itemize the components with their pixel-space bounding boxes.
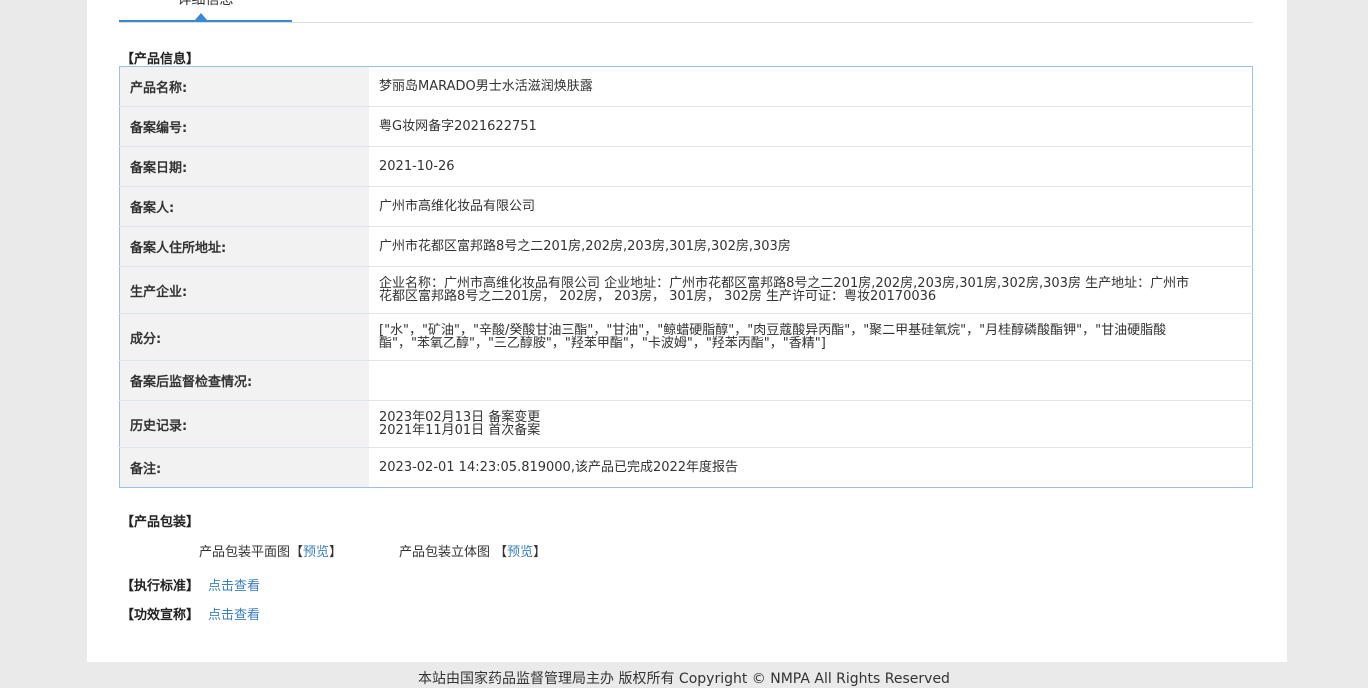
- table-row: 历史记录: 2023年02月13日 备案变更 2021年11月01日 首次备案: [119, 400, 1253, 448]
- filer-value: 广州市高维化妆品有限公司: [369, 186, 1253, 227]
- product-name-value: 梦丽岛MARADO男士水活滋润焕肤露: [369, 66, 1253, 107]
- table-row: 备案后监督检查情况:: [119, 360, 1253, 401]
- footer-copyright: 本站由国家药品监督管理局主办 版权所有 Copyright © NMPA All…: [418, 671, 950, 687]
- tab-detail[interactable]: 详细信息: [119, 0, 292, 22]
- manufacturer-text: 企业名称：广州市高维化妆品有限公司 企业地址：广州市花都区富邦路8号之二201房…: [379, 276, 1190, 304]
- row-key: 成分:: [119, 313, 369, 361]
- package-solid-label: 产品包装立体图 【: [399, 545, 508, 560]
- tab-caret-icon: [195, 13, 207, 20]
- history-value: 2023年02月13日 备案变更 2021年11月01日 首次备案: [369, 400, 1253, 448]
- standard-title: 【执行标准】: [121, 579, 200, 594]
- table-row: 备注: 2023-02-01 14:23:05.819000,该产品已完成202…: [119, 447, 1253, 488]
- efficacy-title: 【功效宣称】: [121, 608, 200, 623]
- detail-panel: 详细信息 【产品信息】 产品名称: 梦丽岛MARADO男士水活滋润焕肤露 备案编…: [87, 0, 1287, 662]
- package-flat-label: 产品包装平面图【: [199, 545, 304, 560]
- package-flat-preview-link[interactable]: 预览: [303, 545, 329, 560]
- table-row: 生产企业: 企业名称：广州市高维化妆品有限公司 企业地址：广州市花都区富邦路8号…: [119, 266, 1253, 314]
- row-key: 备注:: [119, 447, 369, 488]
- ingredients-text: ["水"，"矿油"，"辛酸/癸酸甘油三酯"，"甘油"，"鲸蜡硬脂醇"，"肉豆蔻酸…: [379, 323, 1167, 351]
- tab-bar: 详细信息: [119, 0, 1253, 23]
- row-key: 备案后监督检查情况:: [119, 360, 369, 401]
- filing-date-value: 2021-10-26: [369, 146, 1253, 187]
- tab-detail-label: 详细信息: [177, 0, 234, 8]
- history-entry: 2021年11月01日 首次备案: [379, 423, 541, 438]
- filing-number-value: 粤G妆网备字2021622751: [369, 106, 1253, 147]
- table-row: 成分: ["水"，"矿油"，"辛酸/癸酸甘油三酯"，"甘油"，"鲸蜡硬脂醇"，"…: [119, 313, 1253, 361]
- standard-view-link[interactable]: 点击查看: [208, 575, 260, 594]
- product-info-table: 产品名称: 梦丽岛MARADO男士水活滋润焕肤露 备案编号: 粤G妆网备字202…: [119, 66, 1253, 488]
- row-key: 备案日期:: [119, 146, 369, 187]
- table-row: 备案日期: 2021-10-26: [119, 146, 1253, 187]
- filer-address-value: 广州市花都区富邦路8号之二201房,202房,203房,301房,302房,30…: [369, 226, 1253, 267]
- row-key: 备案人住所地址:: [119, 226, 369, 267]
- row-key: 历史记录:: [119, 400, 369, 448]
- package-solid-item: 产品包装立体图 【预览】: [399, 541, 546, 560]
- package-flat-item: 产品包装平面图【预览】: [199, 541, 342, 560]
- row-key: 备案人:: [119, 186, 369, 227]
- inspection-value: [369, 360, 1253, 401]
- remark-value: 2023-02-01 14:23:05.819000,该产品已完成2022年度报…: [369, 447, 1253, 488]
- package-flat-bracket: 】: [329, 545, 343, 560]
- package-solid-preview-link[interactable]: 预览: [507, 545, 533, 560]
- row-key: 生产企业:: [119, 266, 369, 314]
- ingredients-value: ["水"，"矿油"，"辛酸/癸酸甘油三酯"，"甘油"，"鲸蜡硬脂醇"，"肉豆蔻酸…: [369, 313, 1253, 361]
- table-row: 备案人: 广州市高维化妆品有限公司: [119, 186, 1253, 227]
- table-row: 产品名称: 梦丽岛MARADO男士水活滋润焕肤露: [119, 66, 1253, 107]
- row-key: 产品名称:: [119, 66, 369, 107]
- product-info-title: 【产品信息】: [121, 52, 200, 67]
- table-row: 备案编号: 粤G妆网备字2021622751: [119, 106, 1253, 147]
- manufacturer-value: 企业名称：广州市高维化妆品有限公司 企业地址：广州市花都区富邦路8号之二201房…: [369, 266, 1253, 314]
- row-key: 备案编号:: [119, 106, 369, 147]
- table-row: 备案人住所地址: 广州市花都区富邦路8号之二201房,202房,203房,301…: [119, 226, 1253, 267]
- packaging-title: 【产品包装】: [121, 515, 200, 530]
- efficacy-view-link[interactable]: 点击查看: [208, 604, 260, 623]
- package-solid-bracket: 】: [533, 545, 547, 560]
